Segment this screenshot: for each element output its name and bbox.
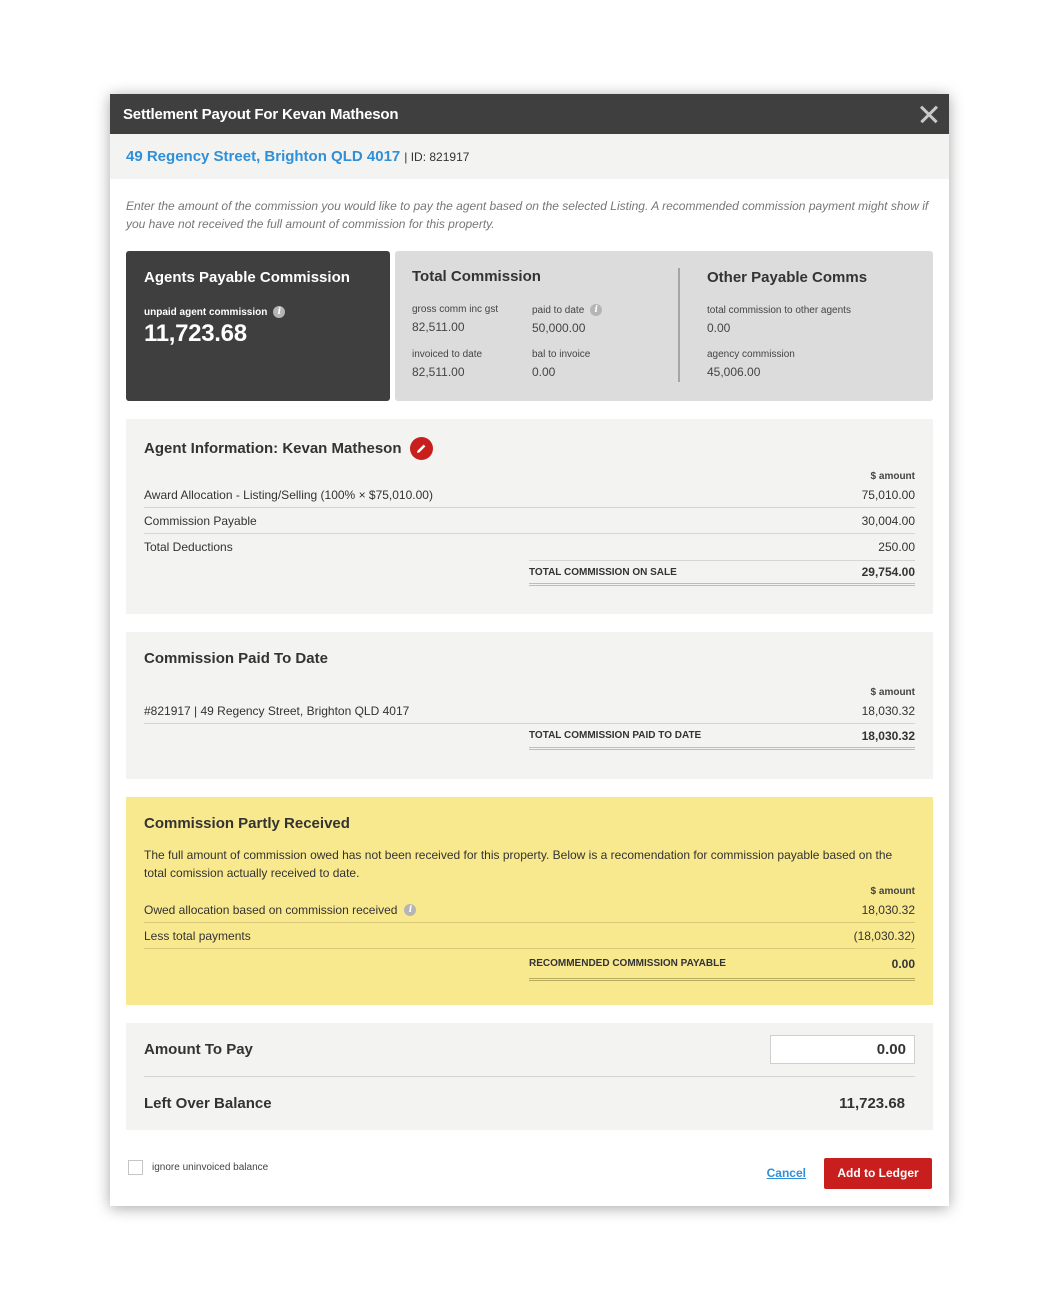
table-row: Owed allocation based on commission rece… xyxy=(144,897,915,923)
agents-payable-title: Agents Payable Commission xyxy=(144,269,350,286)
table-row: Award Allocation - Listing/Selling (100%… xyxy=(144,482,915,508)
gross-comm-label: gross comm inc gst xyxy=(412,304,499,315)
row-value: 75,010.00 xyxy=(861,487,915,502)
ignore-uninvoiced-wrap: ignore uninvoiced balance xyxy=(128,1159,269,1175)
total-commission-title: Total Commission xyxy=(412,268,541,285)
commission-summary-card: Total Commission gross comm inc gst 82,5… xyxy=(395,251,933,401)
listing-bar: 49 Regency Street, Brighton QLD 4017 | I… xyxy=(110,134,949,179)
info-icon[interactable]: i xyxy=(273,306,286,318)
amount-to-pay-label: Amount To Pay xyxy=(144,1041,253,1058)
settlement-modal: Settlement Payout For Kevan Matheson 49 … xyxy=(110,94,949,1206)
agent-info-title: Agent Information: Kevan Matheson xyxy=(144,440,402,457)
add-to-ledger-button[interactable]: Add to Ledger xyxy=(824,1157,932,1189)
paid-to-date-label: paid to date xyxy=(532,304,585,316)
agent-info-section: Agent Information: Kevan Matheson $ amou… xyxy=(126,419,933,614)
intro-text: Enter the amount of the commission you w… xyxy=(126,199,929,231)
row-label-wrap: Owed allocation based on commission rece… xyxy=(144,902,417,917)
bal-to-invoice-value: 0.00 xyxy=(532,365,556,379)
info-icon[interactable]: i xyxy=(404,903,417,916)
modal-title: Settlement Payout For Kevan Matheson xyxy=(123,105,399,123)
row-label: #821917 | 49 Regency Street, Brighton QL… xyxy=(144,703,410,718)
other-payable-panel: Other Payable Comms total commission to … xyxy=(680,269,867,383)
cancel-button[interactable]: Cancel xyxy=(767,1166,806,1180)
summary-cards: Agents Payable Commission unpaid agent c… xyxy=(126,251,933,401)
row-label: Total Deductions xyxy=(144,540,233,554)
row-label: Commission Payable xyxy=(144,513,257,528)
agency-commission-value: 45,006.00 xyxy=(707,365,761,379)
agents-payable-card: Agents Payable Commission unpaid agent c… xyxy=(126,251,390,401)
other-payable-title: Other Payable Comms xyxy=(707,269,868,286)
recommended-payable-row: RECOMMENDED COMMISSION PAYABLE 0.00 xyxy=(529,949,915,981)
row-label: Award Allocation - Listing/Selling (100%… xyxy=(144,487,433,502)
total-commission-panel: Total Commission gross comm inc gst 82,5… xyxy=(412,268,680,382)
partly-received-description: The full amount of commission owed has n… xyxy=(144,848,893,880)
pencil-icon xyxy=(416,444,425,453)
paid-to-date-label-wrap: paid to date i xyxy=(532,304,652,316)
invoiced-to-date-item: invoiced to date 82,511.00 xyxy=(412,349,532,379)
modal-footer: ignore uninvoiced balance Cancel Add to … xyxy=(128,1157,932,1189)
row-value: 18,030.32 xyxy=(861,703,915,718)
listing-address-link[interactable]: 49 Regency Street, Brighton QLD 4017 xyxy=(126,148,400,165)
paid-to-date-value: 50,000.00 xyxy=(532,321,586,335)
invoiced-to-date-label: invoiced to date xyxy=(412,349,483,360)
bal-to-invoice-item: bal to invoice 0.00 xyxy=(532,349,652,379)
unpaid-agent-commission-label: unpaid agent commission xyxy=(144,306,268,318)
total-value: 18,030.32 xyxy=(861,728,915,743)
amount-header: $ amount xyxy=(870,687,915,698)
modal-header: Settlement Payout For Kevan Matheson xyxy=(110,94,949,134)
listing-id: | ID: 821917 xyxy=(404,149,470,164)
row-value: 250.00 xyxy=(878,540,915,554)
total-label: TOTAL COMMISSION PAID TO DATE xyxy=(529,730,702,741)
amount-to-pay-input[interactable] xyxy=(770,1035,915,1064)
paid-to-date-item: paid to date i 50,000.00 xyxy=(532,304,652,335)
gross-comm-item: gross comm inc gst 82,511.00 xyxy=(412,304,532,335)
unpaid-label-wrap: unpaid agent commission i xyxy=(144,306,372,318)
partly-received-section: Commission Partly Received The full amou… xyxy=(126,797,933,1005)
edit-agent-button[interactable] xyxy=(409,437,433,460)
paid-to-date-title: Commission Paid To Date xyxy=(144,650,328,667)
unpaid-agent-commission-value: 11,723.68 xyxy=(144,320,247,347)
total-label: TOTAL COMMISSION ON SALE xyxy=(529,566,677,578)
invoiced-to-date-value: 82,511.00 xyxy=(412,365,465,379)
row-label: Owed allocation based on commission rece… xyxy=(144,902,398,917)
total-paid-to-date-row: TOTAL COMMISSION PAID TO DATE 18,030.32 xyxy=(529,724,915,750)
table-row: Less total payments (18,030.32) xyxy=(144,923,915,949)
amount-to-pay-row: Amount To Pay xyxy=(144,1023,915,1077)
table-row: #821917 | 49 Regency Street, Brighton QL… xyxy=(144,698,915,724)
table-row: Commission Payable 30,004.00 xyxy=(144,508,915,534)
amount-header: $ amount xyxy=(870,886,915,897)
row-value: (18,030.32) xyxy=(853,928,915,943)
agent-info-title-wrap: Agent Information: Kevan Matheson xyxy=(144,437,915,460)
row-label: Less total payments xyxy=(144,928,251,943)
total-commission-grid: gross comm inc gst 82,511.00 paid to dat… xyxy=(412,304,678,379)
row-value: 18,030.32 xyxy=(861,902,915,917)
other-agents-value: 0.00 xyxy=(707,321,731,335)
agency-commission-label: agency commission xyxy=(707,349,795,360)
ignore-uninvoiced-label: ignore uninvoiced balance xyxy=(152,1161,269,1173)
paid-to-date-section: Commission Paid To Date $ amount #821917… xyxy=(126,632,933,779)
other-agents-label: total commission to other agents xyxy=(707,305,851,316)
info-icon[interactable]: i xyxy=(590,304,603,316)
bal-to-invoice-label: bal to invoice xyxy=(532,349,591,360)
total-commission-on-sale-row: TOTAL COMMISSION ON SALE 29,754.00 xyxy=(529,560,915,586)
close-icon[interactable] xyxy=(917,103,939,125)
total-label: RECOMMENDED COMMISSION PAYABLE xyxy=(529,958,726,969)
total-value: 0.00 xyxy=(891,956,915,971)
row-value: 30,004.00 xyxy=(861,513,915,528)
gross-comm-value: 82,511.00 xyxy=(412,320,465,334)
ignore-uninvoiced-checkbox[interactable] xyxy=(128,1159,143,1175)
partly-received-title: Commission Partly Received xyxy=(144,815,350,832)
footer-actions: Cancel Add to Ledger xyxy=(767,1157,932,1189)
left-over-balance-label: Left Over Balance xyxy=(144,1095,272,1112)
total-value: 29,754.00 xyxy=(861,565,915,579)
left-over-balance-row: Left Over Balance 11,723.68 xyxy=(144,1077,915,1130)
amount-header: $ amount xyxy=(870,471,915,482)
table-row: Total Deductions 250.00 xyxy=(144,534,915,560)
left-over-balance-value: 11,723.68 xyxy=(839,1095,905,1112)
payment-section: Amount To Pay Left Over Balance 11,723.6… xyxy=(126,1023,933,1130)
